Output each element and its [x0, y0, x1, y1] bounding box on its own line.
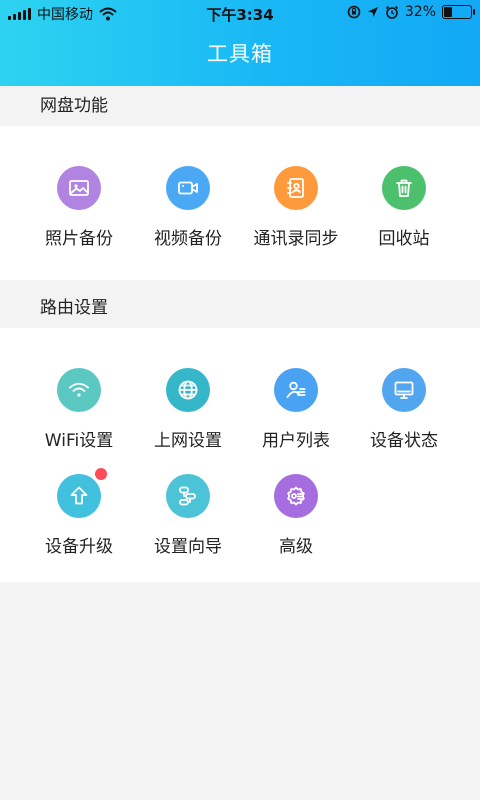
tool-item-label: 设备升级 — [45, 537, 113, 557]
location-arrow-icon — [367, 7, 378, 17]
tool-item-label: 上网设置 — [154, 431, 222, 451]
tool-item-label: 视频备份 — [154, 229, 222, 249]
tool-item-label: WiFi设置 — [44, 431, 114, 451]
tool-item-user-list[interactable]: 用户列表 — [241, 368, 351, 451]
advanced-gear-icon — [274, 474, 318, 518]
notification-badge — [95, 468, 107, 480]
upgrade-arrow-icon — [57, 468, 107, 518]
app-header: 中国移动 下午3:34 32% 工具箱 — [0, 0, 480, 86]
tool-item-label: 设置向导 — [154, 537, 222, 557]
tool-item-label: 通讯录同步 — [253, 229, 339, 249]
alarm-clock-icon — [385, 5, 398, 19]
status-bar: 中国移动 下午3:34 32% — [0, 0, 480, 26]
tool-item-wizard[interactable]: 设置向导 — [133, 474, 243, 557]
tool-item-trash[interactable]: 回收站 — [349, 166, 459, 249]
tool-item-label: 回收站 — [378, 229, 430, 249]
tool-item-monitor[interactable]: 设备状态 — [349, 368, 459, 451]
rotation-lock-icon — [347, 5, 361, 19]
battery-icon — [442, 5, 475, 19]
tool-item-video-camera[interactable]: 视频备份 — [133, 166, 243, 249]
tool-item-label: 照片备份 — [45, 229, 113, 249]
tool-item-advanced-gear[interactable]: 高级 — [241, 474, 351, 557]
section-label-cloud: 网盘功能 — [0, 86, 480, 126]
tool-item-image[interactable]: 照片备份 — [24, 166, 134, 249]
cloud-features-panel: 照片备份 视频备份 通讯录同步 回收站 — [0, 126, 480, 280]
tool-item-label: 用户列表 — [262, 431, 330, 451]
page-title: 工具箱 — [207, 42, 273, 66]
tool-item-upgrade-arrow[interactable]: 设备升级 — [24, 468, 134, 557]
wifi-icon — [57, 368, 101, 412]
video-camera-icon — [166, 166, 210, 210]
wizard-icon — [166, 474, 210, 518]
tool-item-globe[interactable]: 上网设置 — [133, 368, 243, 451]
contacts-icon — [274, 166, 318, 210]
globe-icon — [166, 368, 210, 412]
monitor-icon — [382, 368, 426, 412]
battery-fill — [444, 7, 453, 17]
tool-item-label: 设备状态 — [370, 431, 438, 451]
tool-item-wifi[interactable]: WiFi设置 — [24, 368, 134, 451]
section-label-router: 路由设置 — [0, 288, 480, 328]
tool-item-contacts[interactable]: 通讯录同步 — [241, 166, 351, 249]
user-list-icon — [274, 368, 318, 412]
router-settings-panel: WiFi设置 上网设置 用户列表 设备状态设备升级 设置向导 高级 — [0, 328, 480, 582]
battery-percent: 32% — [404, 4, 436, 20]
image-icon — [57, 166, 101, 210]
trash-icon — [382, 166, 426, 210]
tool-item-label: 高级 — [279, 537, 313, 557]
